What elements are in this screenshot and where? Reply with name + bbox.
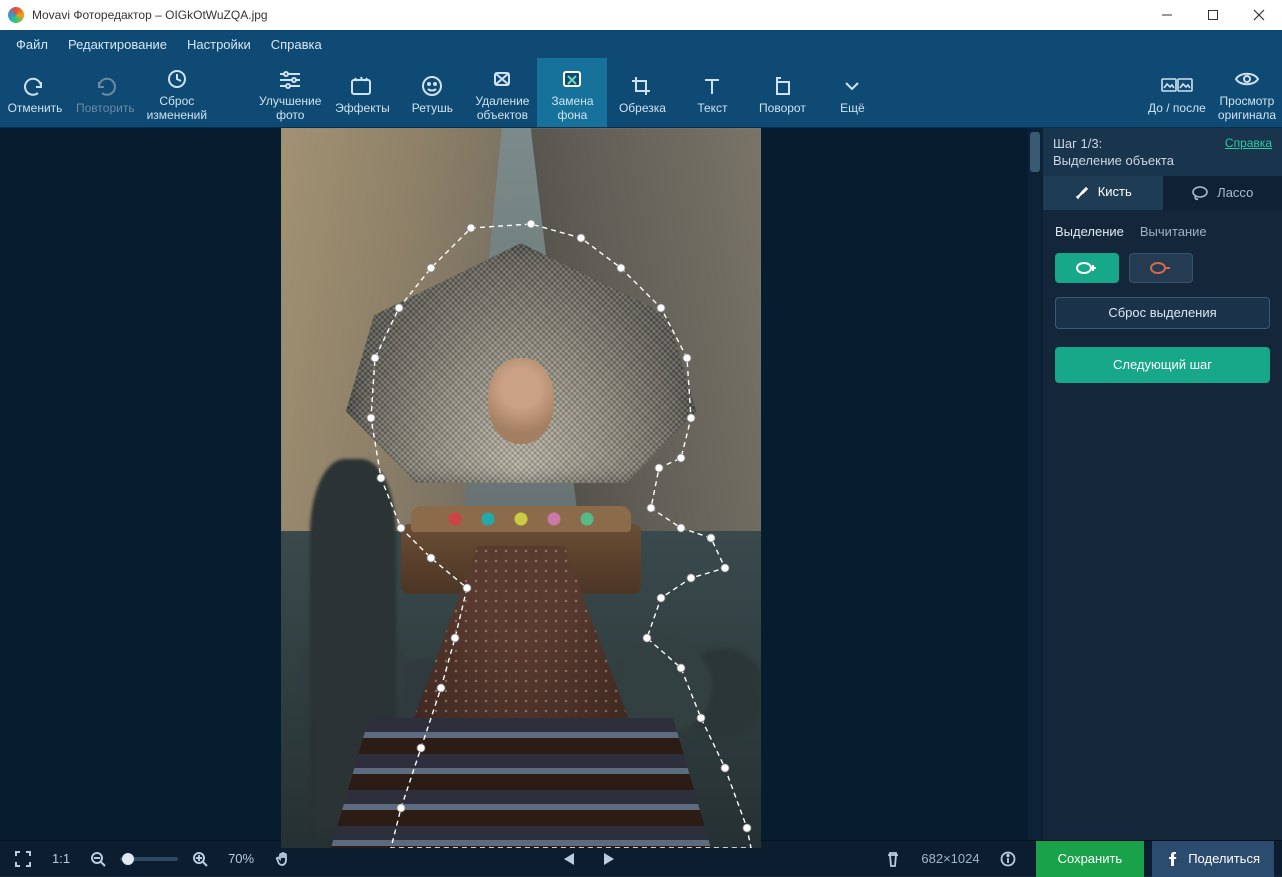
zoom-in-button[interactable] <box>186 847 214 871</box>
triangle-right-icon <box>602 851 616 867</box>
crop-tool[interactable]: Обрезка <box>607 58 677 127</box>
label-subtract: Вычитание <box>1140 224 1207 239</box>
tab-brush[interactable]: Кисть <box>1043 176 1163 210</box>
effects-icon <box>349 72 375 100</box>
zoom-slider-knob[interactable] <box>122 853 134 865</box>
delete-button[interactable] <box>879 846 907 872</box>
photo-canvas[interactable] <box>281 128 761 848</box>
close-button[interactable] <box>1236 0 1282 30</box>
effects-tool[interactable]: Эффекты <box>327 58 397 127</box>
chevron-down-icon <box>842 72 862 100</box>
trash-icon <box>885 850 901 868</box>
rotate-icon <box>769 72 795 100</box>
dimensions-label: 682×1024 <box>921 851 979 866</box>
retouch-tool[interactable]: Ретушь <box>397 58 467 127</box>
zoom-out-button[interactable] <box>84 847 112 871</box>
panel-header: Шаг 1/3: Выделение объекта Справка <box>1043 128 1282 176</box>
next-step-button[interactable]: Следующий шаг <box>1055 347 1270 383</box>
main-toolbar: Отменить Повторить Сброс изменений Улучш… <box>0 58 1282 128</box>
before-after-button[interactable]: До / после <box>1142 58 1212 127</box>
panel-help-link[interactable]: Справка <box>1225 136 1272 150</box>
triangle-left-icon <box>562 851 576 867</box>
maximize-button[interactable] <box>1190 0 1236 30</box>
view-original-button[interactable]: Просмотр оригинала <box>1212 58 1282 127</box>
step-title: Выделение объекта <box>1053 153 1174 170</box>
reset-selection-button[interactable]: Сброс выделения <box>1055 297 1270 329</box>
add-selection-button[interactable] <box>1055 253 1119 283</box>
save-button[interactable]: Сохранить <box>1036 841 1145 877</box>
menu-settings[interactable]: Настройки <box>177 33 261 56</box>
subtract-selection-button[interactable] <box>1129 253 1193 283</box>
prev-image-button[interactable] <box>556 847 582 871</box>
reset-icon <box>164 65 190 93</box>
selection-mode-tabs: Кисть Лассо <box>1043 176 1282 210</box>
lasso-icon <box>1191 185 1209 201</box>
menu-file[interactable]: Файл <box>6 33 58 56</box>
reset-button[interactable]: Сброс изменений <box>141 58 213 127</box>
info-icon <box>1000 851 1016 867</box>
redo-icon <box>92 72 118 100</box>
side-panel: Шаг 1/3: Выделение объекта Справка Кисть… <box>1042 128 1282 840</box>
fullscreen-button[interactable] <box>8 846 38 872</box>
minimize-button[interactable] <box>1144 0 1190 30</box>
fullscreen-icon <box>14 850 32 868</box>
canvas-area[interactable] <box>0 128 1042 840</box>
app-logo-icon <box>8 7 24 23</box>
zoom-in-icon <box>192 851 208 867</box>
step-counter: Шаг 1/3: <box>1053 136 1174 153</box>
next-image-button[interactable] <box>596 847 622 871</box>
zoom-out-icon <box>90 851 106 867</box>
photo-content <box>281 128 761 848</box>
eye-icon <box>1233 65 1261 93</box>
pan-button[interactable] <box>268 846 298 872</box>
tab-lasso[interactable]: Лассо <box>1163 176 1282 210</box>
window-title: Movavi Фоторедактор – OIGkOtWuZQA.jpg <box>32 8 1144 22</box>
compare-icon <box>1160 72 1194 100</box>
text-icon <box>699 72 725 100</box>
face-icon <box>419 72 445 100</box>
menu-bar: Файл Редактирование Настройки Справка <box>0 30 1282 58</box>
info-button[interactable] <box>994 847 1022 871</box>
rotate-tool[interactable]: Поворот <box>747 58 817 127</box>
scrollbar-thumb[interactable] <box>1030 132 1040 172</box>
hand-icon <box>274 850 292 868</box>
menu-edit[interactable]: Редактирование <box>58 33 177 56</box>
label-select: Выделение <box>1055 224 1124 239</box>
canvas-scrollbar[interactable] <box>1028 128 1042 840</box>
facebook-icon <box>1166 852 1180 866</box>
sliders-icon <box>277 65 303 93</box>
main-area: Шаг 1/3: Выделение объекта Справка Кисть… <box>0 128 1282 840</box>
zoom-value: 70% <box>222 847 260 870</box>
window-titlebar: Movavi Фоторедактор – OIGkOtWuZQA.jpg <box>0 0 1282 30</box>
erase-icon <box>489 65 515 93</box>
lasso-minus-icon <box>1148 259 1174 277</box>
selection-mode-labels: Выделение Вычитание <box>1055 224 1270 239</box>
enhance-tool[interactable]: Улучшение фото <box>253 58 327 127</box>
more-tools-button[interactable]: Ещё <box>817 58 887 127</box>
crop-icon <box>629 72 655 100</box>
share-button[interactable]: Поделиться <box>1152 841 1274 877</box>
undo-button[interactable]: Отменить <box>0 58 70 127</box>
lasso-plus-icon <box>1074 259 1100 277</box>
zoom-slider[interactable] <box>120 857 178 861</box>
object-removal-tool[interactable]: Удаление объектов <box>467 58 537 127</box>
undo-icon <box>22 72 48 100</box>
menu-help[interactable]: Справка <box>261 33 332 56</box>
bgswap-icon <box>559 65 585 93</box>
background-swap-tool[interactable]: Замена фона <box>537 58 607 127</box>
redo-button[interactable]: Повторить <box>70 58 141 127</box>
text-tool[interactable]: Текст <box>677 58 747 127</box>
fit-button[interactable]: 1:1 <box>46 847 76 870</box>
brush-icon <box>1074 184 1090 200</box>
